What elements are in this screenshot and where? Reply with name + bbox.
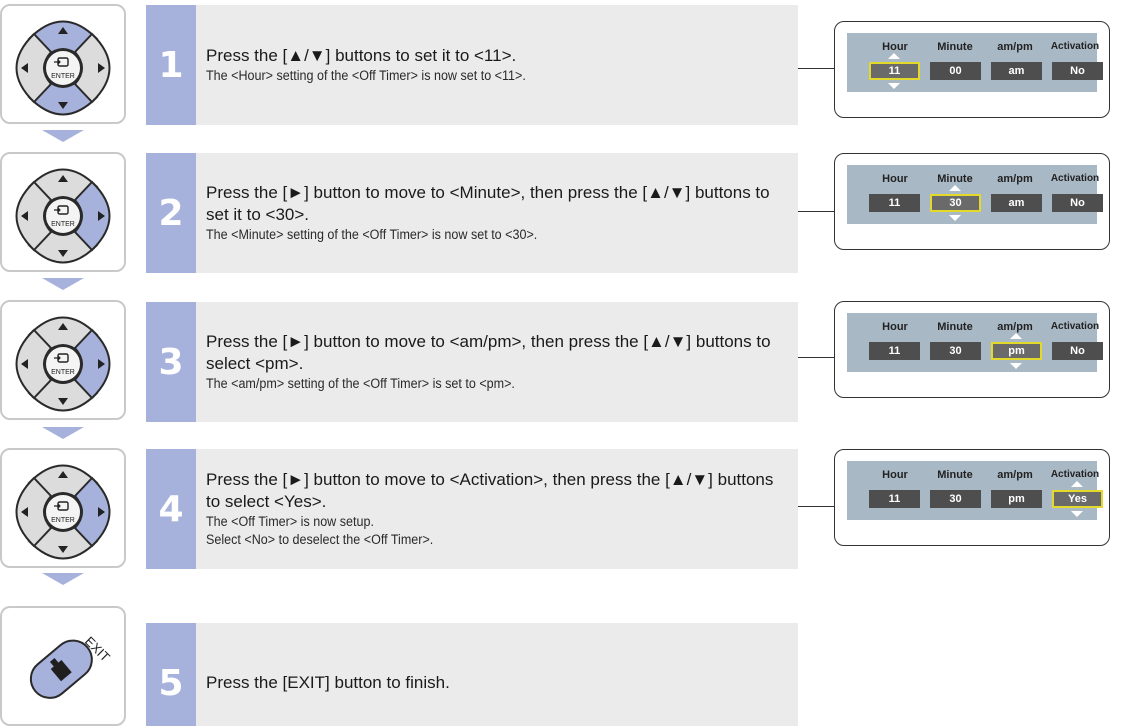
step-number: 3 xyxy=(146,302,196,422)
callout-line xyxy=(798,357,834,358)
svg-text:ENTER: ENTER xyxy=(51,517,75,524)
osd-column-header: Minute xyxy=(937,41,973,53)
step-text: Press the [►] button to move to <Activat… xyxy=(206,449,786,569)
osd-column-header: am/pm xyxy=(997,173,1033,185)
osd-column-header: Hour xyxy=(882,469,908,481)
remote-dpad-illustration: ENTER xyxy=(0,300,126,420)
step-panel: 2 Press the [►] button to move to <Minute… xyxy=(146,153,798,273)
step-number: 1 xyxy=(146,5,196,125)
enter-button-icon: ENTER xyxy=(44,197,82,235)
step-text: Press the [▲/▼] buttons to set it to <11… xyxy=(206,5,786,125)
osd-value-field: 30 xyxy=(930,194,981,212)
osd-value-field: 11 xyxy=(869,342,920,360)
osd-value-field: 11 xyxy=(869,62,920,80)
osd-value-field: am xyxy=(991,62,1042,80)
step-number: 2 xyxy=(146,153,196,273)
off-timer-osd-callout: Hour Minute am/pm Activation 11 30 pm No xyxy=(834,301,1110,398)
callout-line xyxy=(798,68,834,69)
svg-text:ENTER: ENTER xyxy=(51,73,75,80)
osd-value-field: pm xyxy=(991,490,1042,508)
step-panel: 5 Press the [EXIT] button to finish. xyxy=(146,623,798,726)
osd-down-arrow-icon xyxy=(949,215,961,221)
remote-exit-illustration: EXIT xyxy=(0,606,126,726)
step-panel: 1 Press the [▲/▼] buttons to set it to <1… xyxy=(146,5,798,125)
svg-text:ENTER: ENTER xyxy=(51,369,75,376)
step-panel: 4 Press the [►] button to move to <Activa… xyxy=(146,449,798,569)
step-flow-arrow-icon xyxy=(42,427,84,439)
off-timer-osd-callout: Hour Minute am/pm Activation 11 00 am No xyxy=(834,21,1110,118)
step-number: 4 xyxy=(146,449,196,569)
osd-down-arrow-icon xyxy=(1071,511,1083,517)
svg-text:ENTER: ENTER xyxy=(51,221,75,228)
step-text: Press the [►] button to move to <am/pm>,… xyxy=(206,302,786,422)
osd-up-arrow-icon xyxy=(1010,333,1022,339)
step-instruction: Press the [►] button to move to <Activat… xyxy=(206,470,774,511)
osd-column-header: Activation xyxy=(1050,41,1100,52)
step-instruction: Press the [►] button to move to <Minute>… xyxy=(206,183,770,224)
remote-dpad-illustration: ENTER xyxy=(0,4,126,124)
enter-button-icon: ENTER xyxy=(44,345,82,383)
off-timer-osd-callout: Hour Minute am/pm Activation 11 30 am No xyxy=(834,153,1110,250)
osd-up-arrow-icon xyxy=(888,53,900,59)
step-panel: 3 Press the [►] button to move to <am/pm>… xyxy=(146,302,798,422)
osd-value-field: 11 xyxy=(869,194,920,212)
step-instruction: Press the [EXIT] button to finish. xyxy=(206,673,450,692)
step-note: Select <No> to deselect the <Off Timer>. xyxy=(206,532,434,547)
osd-column-header: Hour xyxy=(882,41,908,53)
callout-line xyxy=(798,211,834,212)
osd-value-field: No xyxy=(1052,194,1103,212)
osd-value-field: 30 xyxy=(930,490,981,508)
off-timer-osd-screen: Hour Minute am/pm Activation 11 30 am No xyxy=(847,165,1103,224)
step-text: Press the [►] button to move to <Minute>… xyxy=(206,153,786,273)
osd-column-header: Hour xyxy=(882,321,908,333)
osd-up-arrow-icon xyxy=(1071,481,1083,487)
osd-value-field: No xyxy=(1052,342,1103,360)
step-instruction: Press the [►] button to move to <am/pm>,… xyxy=(206,332,771,373)
osd-column-header: am/pm xyxy=(997,41,1033,53)
callout-line xyxy=(798,506,834,507)
osd-value-field: am xyxy=(991,194,1042,212)
step-flow-arrow-icon xyxy=(42,278,84,290)
enter-button-icon: ENTER xyxy=(44,49,82,87)
off-timer-osd-screen: Hour Minute am/pm Activation 11 30 pm No xyxy=(847,313,1103,372)
osd-value-field: Yes xyxy=(1052,490,1103,508)
step-number: 5 xyxy=(146,623,196,726)
osd-column-header: Activation xyxy=(1050,321,1100,332)
osd-column-header: am/pm xyxy=(997,321,1033,333)
osd-column-header: am/pm xyxy=(997,469,1033,481)
osd-down-arrow-icon xyxy=(888,83,900,89)
osd-column-header: Activation xyxy=(1050,469,1100,480)
osd-column-header: Minute xyxy=(937,173,973,185)
step-note: The <Off Timer> is now setup. xyxy=(206,514,374,529)
step-instruction: Press the [▲/▼] buttons to set it to <11… xyxy=(206,46,517,65)
step-note: The <am/pm> setting of the <Off Timer> i… xyxy=(206,376,515,391)
enter-button-icon: ENTER xyxy=(44,493,82,531)
osd-value-field: 00 xyxy=(930,62,981,80)
off-timer-osd-callout: Hour Minute am/pm Activation 11 30 pm Yes xyxy=(834,449,1110,546)
remote-dpad-illustration: ENTER xyxy=(0,448,126,568)
off-timer-osd-screen: Hour Minute am/pm Activation 11 30 pm Yes xyxy=(847,461,1103,520)
osd-up-arrow-icon xyxy=(949,185,961,191)
osd-value-field: pm xyxy=(991,342,1042,360)
step-flow-arrow-icon xyxy=(42,573,84,585)
off-timer-osd-screen: Hour Minute am/pm Activation 11 00 am No xyxy=(847,33,1103,92)
remote-dpad-illustration: ENTER xyxy=(0,152,126,272)
osd-value-field: No xyxy=(1052,62,1103,80)
step-note: The <Minute> setting of the <Off Timer> … xyxy=(206,227,538,242)
osd-down-arrow-icon xyxy=(1010,363,1022,369)
osd-value-field: 30 xyxy=(930,342,981,360)
osd-column-header: Minute xyxy=(937,469,973,481)
step-flow-arrow-icon xyxy=(42,130,84,142)
osd-column-header: Activation xyxy=(1050,173,1100,184)
step-note: The <Hour> setting of the <Off Timer> is… xyxy=(206,68,526,83)
osd-value-field: 11 xyxy=(869,490,920,508)
osd-column-header: Minute xyxy=(937,321,973,333)
step-text: Press the [EXIT] button to finish. xyxy=(206,623,786,726)
osd-column-header: Hour xyxy=(882,173,908,185)
